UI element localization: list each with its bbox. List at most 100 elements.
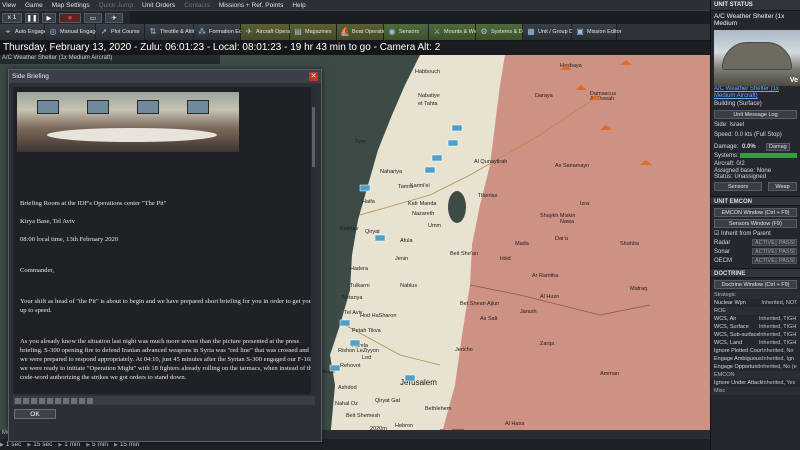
town-label: Kafr Manda [408, 201, 437, 207]
menu-game[interactable]: Game [25, 2, 43, 9]
record-icon[interactable]: ● [59, 12, 81, 23]
editor-toolbar [13, 396, 315, 405]
speed-15-sec[interactable]: 15 sec [27, 441, 52, 448]
unit-marker [349, 339, 361, 347]
speed-15-min[interactable]: 15 min [114, 441, 140, 448]
color-icon[interactable] [87, 397, 93, 404]
pause-icon[interactable]: ❚❚ [25, 12, 39, 23]
side-briefing-dialog: Side Briefing ✕ Briefing Room at the IDF… [8, 69, 322, 442]
ok-button[interactable]: OK [14, 409, 56, 419]
unit-side: Side: Israel [714, 122, 745, 128]
unit-doctrine-button[interactable]: ▦ Unit / Group Doctrine [523, 24, 590, 40]
doctrine-window-button[interactable]: Doctrine Window (Ctrl + F9) [714, 280, 797, 289]
town-label: Umm [428, 223, 442, 229]
unit-marker [424, 166, 436, 174]
town-label: Habbouch [415, 69, 440, 75]
menu-map-settings[interactable]: Map Settings [52, 2, 90, 9]
doctrine-row[interactable]: WCS, Land Inherited, TIGHT [711, 339, 800, 347]
briefing-photo [17, 92, 239, 152]
image-icon[interactable] [63, 397, 69, 404]
bold-icon[interactable] [15, 397, 21, 404]
menu-help[interactable]: Help [292, 2, 305, 9]
boat-icon: ⛵ [340, 27, 350, 36]
emcon-radar-row: Radar ACTIVE PASSI [711, 238, 800, 247]
unit-photo: Ve [714, 30, 800, 86]
doctrine-row[interactable]: Ignore Under Attack Inherited, Yes [711, 379, 800, 387]
close-icon[interactable]: ✕ [309, 72, 318, 81]
dialog-titlebar[interactable]: Side Briefing ✕ [9, 70, 321, 83]
inherit-from-parent-checkbox[interactable]: ☑ Inherit from Parent [711, 230, 800, 238]
magazine-icon: ▤ [294, 27, 302, 36]
doctrine-row[interactable]: WCS, Surface Inherited, TIGHT [711, 323, 800, 331]
briefing-paragraph: Your shift as head of "the Pit" is about… [20, 298, 313, 314]
speed-1-sec[interactable]: 1 sec [0, 441, 22, 448]
mounts-weapons-button[interactable]: ⚔ Mounts & Weapons [429, 24, 492, 40]
formation-editor-button[interactable]: ⁂ Formation Editor [194, 24, 250, 40]
town-label: Rehovot [340, 363, 361, 369]
town-label: Beit She'an [450, 251, 478, 257]
doctrine-row[interactable]: Engage Ambiguous Inherited, Ign [711, 355, 800, 363]
emcon-oecm-row: OECM ACTIVE PASSI [711, 256, 800, 265]
town-label: Nazareth [412, 211, 434, 217]
align-icon[interactable] [39, 397, 45, 404]
underline-icon[interactable] [31, 397, 37, 404]
unit-marker [329, 364, 341, 372]
menu-missions[interactable]: Missions + Ref. Points [219, 2, 283, 9]
unit-message-log-button[interactable]: Unit Message Log [714, 110, 797, 119]
manual-engage-button[interactable]: ◎ Manual Engage Target [45, 24, 115, 40]
town-label: Nahariya [380, 169, 403, 175]
sensors-panel-button[interactable]: Sensors [714, 182, 763, 191]
sensors-button[interactable]: ◉ Sensors [384, 24, 429, 40]
weapons-panel-button[interactable]: Weap [768, 182, 797, 191]
doctrine-row[interactable]: Engage OpportunitiesInherited, No (en [711, 363, 800, 371]
town-label: et Tahta [418, 101, 438, 107]
briefing-content[interactable]: Briefing Room at the IDF's Operations ce… [13, 87, 315, 394]
town-label: Nahal Oz [335, 401, 358, 407]
doctrine-row[interactable]: WCS, Sub-surface Inherited, TIGHT [711, 331, 800, 339]
town-label: Ashdod [338, 385, 357, 391]
doctrine-row[interactable]: WCS, Air Inherited, TIGHT [711, 315, 800, 323]
step-icon[interactable]: ▶ [42, 12, 56, 23]
aircraft-operations-button[interactable]: ✈ Aircraft Operations [241, 24, 302, 40]
table-icon[interactable] [79, 397, 85, 404]
speed-1-min[interactable]: 1 min [58, 441, 80, 448]
plot-course-button[interactable]: ➚ Plot Course [96, 24, 145, 40]
doctrine-icon: ▦ [527, 27, 535, 36]
town-label: Afula [400, 238, 413, 244]
map-icon[interactable]: ▭ [84, 12, 102, 23]
town-label: Mafraq [630, 286, 647, 292]
emcon-window-button[interactable]: EMCON Window (Ctrl + F9) [714, 208, 797, 217]
damage-button[interactable]: Damag [766, 142, 790, 151]
doctrine-row[interactable]: Nuclear Wpn Inherited, NOT [711, 299, 800, 307]
systems-damage-button[interactable]: ⚙ Systems & Damage [476, 24, 540, 40]
mission-editor-button[interactable]: ▣ Mission Editor [572, 24, 622, 40]
camera-icon[interactable]: ✈ [105, 12, 123, 23]
indent-icon[interactable] [55, 397, 61, 404]
town-label: Tiberias [478, 193, 498, 199]
list-icon[interactable] [47, 397, 53, 404]
boat-operations-button[interactable]: ⛵ Boat Operations [337, 24, 392, 40]
aircraft-icon: ✈ [245, 27, 253, 36]
unit-class-link[interactable]: A/C Weather Shelter (1x Medium Aircraft) [711, 86, 800, 100]
sensors-window-button[interactable]: Sensors Window (F9) [714, 219, 797, 228]
menu-contacts: Contacts [184, 1, 210, 9]
town-label: Irbid [500, 256, 511, 262]
throttle-altitude-button[interactable]: ⇅ Throttle & Altitude [145, 24, 203, 40]
town-label: Shahba [620, 241, 640, 247]
doctrine-row[interactable]: Ignore Plotted CourseInherited, No [711, 347, 800, 355]
magazines-button[interactable]: ▤ Magazines [290, 24, 337, 40]
unit-emcon-header: UNIT EMCON [711, 196, 800, 206]
auto-engage-button[interactable]: ⌖ Auto Engage Target [0, 24, 64, 40]
sim-speed-display[interactable]: x 1 [2, 12, 22, 23]
menu-unit-orders[interactable]: Unit Orders [142, 2, 175, 9]
italic-icon[interactable] [23, 397, 29, 404]
town-label: Lod [362, 355, 371, 361]
town-label: Tamra [398, 184, 414, 190]
unit-status-header: UNIT STATUS [711, 0, 800, 11]
link-icon[interactable] [71, 397, 77, 404]
speed-5-min[interactable]: 5 min [86, 441, 108, 448]
unit-marker [404, 374, 416, 382]
dialog-scrollbar[interactable] [311, 87, 315, 394]
systems-label: Systems: [714, 152, 739, 159]
menu-view[interactable]: View [2, 2, 16, 9]
